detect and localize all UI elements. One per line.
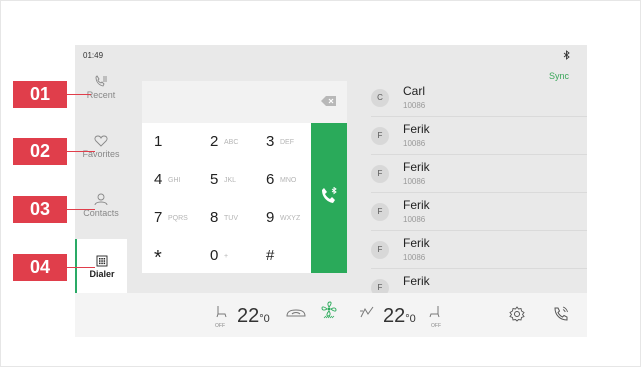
keypad-key-letters: WXYZ (280, 215, 301, 222)
contact-row[interactable]: F Ferik 10086 (371, 193, 587, 231)
keypad-key-digit: 3 (266, 133, 275, 150)
keypad-key[interactable]: * (142, 237, 194, 273)
contact-avatar: F (371, 165, 389, 183)
keypad-key[interactable]: 5 JKL (198, 161, 250, 197)
heart-icon (94, 135, 108, 147)
keypad-key-letters: DEF (280, 139, 294, 146)
keypad-icon (96, 255, 108, 267)
keypad-key[interactable]: 4 GHI (142, 161, 194, 197)
right-temp-decimal: 0 (409, 313, 416, 325)
keypad-key-digit: * (154, 247, 162, 269)
keypad-key[interactable]: 1 (142, 123, 194, 159)
status-time: 01:49 (83, 51, 104, 60)
contact-name: Ferik (403, 198, 430, 212)
air-recirculation-icon[interactable] (285, 307, 307, 319)
contact-avatar: C (371, 89, 389, 107)
head-unit-screen: 01:49 Sync Recent Favorites Contacts Dia… (75, 45, 587, 337)
nav-contacts[interactable]: Contacts (75, 193, 127, 245)
seat-heat-left-label: OFF (215, 323, 225, 329)
keypad-key-letters: JKL (224, 177, 237, 184)
bluetooth-call-icon (322, 187, 337, 203)
keypad-key-digit: 2 (210, 133, 219, 150)
phone-app-icon[interactable] (553, 306, 569, 322)
keypad-key-digit: # (266, 247, 275, 264)
keypad-key-letters: TUV (224, 215, 238, 222)
left-temp-decimal: 0 (263, 313, 270, 325)
seat-heat-right-icon[interactable] (429, 305, 441, 319)
contact-number: 10086 (403, 101, 426, 110)
keypad-key[interactable]: 3 DEF (254, 123, 306, 159)
contact-name: Ferik (403, 122, 430, 136)
keypad-key[interactable]: 7 PQRS (142, 199, 194, 235)
left-temperature[interactable]: 22°0 (237, 305, 270, 328)
contact-name: Ferik (403, 236, 430, 250)
keypad-key[interactable]: 9 WXYZ (254, 199, 306, 235)
keypad-key-digit: 5 (210, 171, 219, 188)
contact-row[interactable]: F Ferik 10086 (371, 117, 587, 155)
keypad-key-letters: ABC (224, 139, 239, 146)
contact-row[interactable]: F Ferik 10086 (371, 155, 587, 193)
right-temperature[interactable]: 22°0 (383, 305, 416, 328)
page-frame: 01:49 Sync Recent Favorites Contacts Dia… (0, 0, 641, 367)
callout-03-leader (55, 209, 95, 210)
nav-recent-label: Recent (86, 90, 116, 100)
keypad-key-letters: MNO (280, 177, 297, 184)
airflow-direction-icon[interactable] (359, 305, 375, 319)
contact-avatar: F (371, 203, 389, 221)
keypad-key[interactable]: # (254, 237, 306, 273)
contact-number: 10086 (403, 177, 426, 186)
keypad-key-letters: GHI (168, 177, 181, 184)
callout-01-leader (55, 94, 91, 95)
keypad-key[interactable]: 2 ABC (198, 123, 250, 159)
person-icon (94, 193, 108, 206)
seat-heat-right-label: OFF (431, 323, 441, 329)
contact-number: 10086 (403, 139, 426, 148)
contact-avatar: F (371, 241, 389, 259)
settings-gear-icon[interactable] (509, 306, 525, 322)
nav-favorites[interactable]: Favorites (75, 135, 127, 187)
dial-number-display[interactable] (142, 81, 347, 123)
nav-recent[interactable]: Recent (75, 75, 127, 127)
keypad-key-digit: 6 (266, 171, 275, 188)
callout-04-leader (55, 267, 95, 268)
keypad-key-digit: 0 (210, 247, 219, 264)
keypad-key[interactable]: 6 MNO (254, 161, 306, 197)
seat-heat-left-icon[interactable] (215, 305, 227, 319)
contact-name: Ferik (403, 274, 430, 288)
contact-avatar: F (371, 127, 389, 145)
dial-pad: 1 2 ABC 3 DEF 4 GHI 5 JKL 6 MNO 7 PQRS 8 TUV 9 WXYZ * 0 + # (142, 81, 347, 273)
nav-dialer[interactable]: Dialer (75, 239, 127, 293)
keypad-key[interactable]: 8 TUV (198, 199, 250, 235)
contact-name: Ferik (403, 160, 430, 174)
contact-row[interactable]: F Ferik 10086 (371, 231, 587, 269)
bluetooth-call-button[interactable] (311, 123, 347, 273)
contact-number: 10086 (403, 253, 426, 262)
contact-row[interactable]: C Carl 10086 (371, 79, 587, 117)
bluetooth-icon (563, 50, 570, 60)
fan-icon[interactable] (321, 301, 337, 319)
keypad-key-digit: 4 (154, 171, 163, 188)
climate-bar: OFF 22°0 22°0 OFF (75, 293, 587, 337)
callout-02-leader (55, 151, 95, 152)
left-temp-value: 22 (237, 305, 260, 327)
keypad-key-digit: 8 (210, 209, 219, 226)
nav-dialer-label: Dialer (89, 269, 115, 279)
contact-name: Carl (403, 84, 426, 98)
keypad-key-digit: 9 (266, 209, 275, 226)
backspace-icon[interactable] (321, 95, 337, 107)
recent-calls-icon (95, 75, 107, 87)
right-temp-value: 22 (383, 305, 406, 327)
keypad-key-digit: 1 (154, 133, 163, 150)
contact-number: 10086 (403, 215, 426, 224)
keypad-key-letters: + (224, 253, 229, 260)
keypad-key-letters: PQRS (168, 215, 188, 222)
keypad-key[interactable]: 0 + (198, 237, 250, 273)
keypad-key-digit: 7 (154, 209, 163, 226)
